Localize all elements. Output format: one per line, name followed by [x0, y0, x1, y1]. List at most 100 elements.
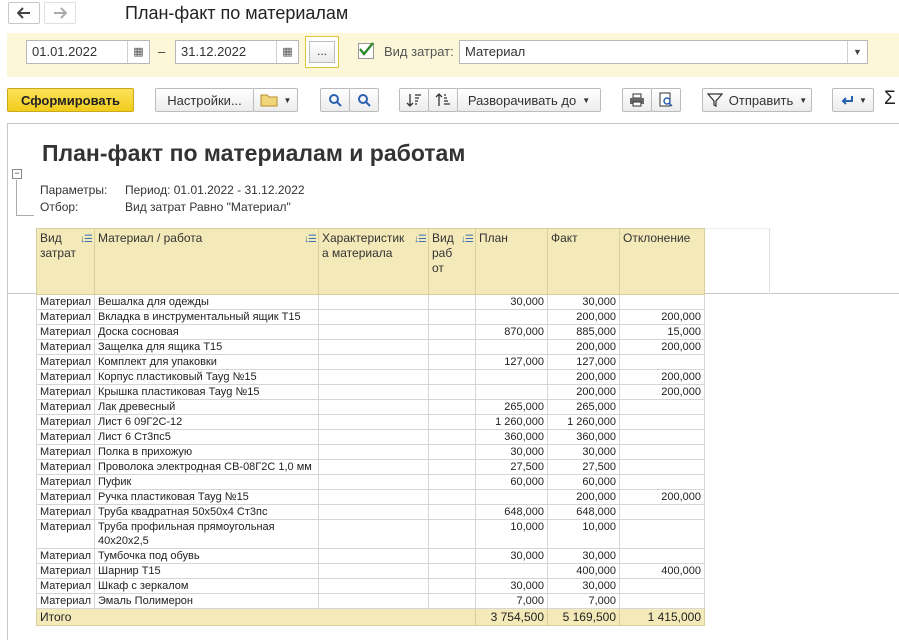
cell-fact[interactable]: 200,000 — [547, 309, 620, 325]
collapse-group-icon[interactable]: − — [12, 169, 22, 179]
cell-fact[interactable]: 30,000 — [547, 578, 620, 594]
cell-plan[interactable] — [475, 384, 548, 400]
table-row[interactable]: Материал Лист 6 Ст3пс5 360,000 360,000 — [36, 429, 705, 445]
cell-work-type[interactable] — [428, 369, 476, 385]
cell-characteristic[interactable] — [318, 294, 429, 310]
cell-material[interactable]: Лист 6 09Г2С-12 — [94, 414, 319, 430]
cell-plan[interactable] — [475, 339, 548, 355]
period-select-button[interactable]: ... — [305, 36, 339, 68]
cell-plan[interactable]: 60,000 — [475, 474, 548, 490]
cell-work-type[interactable] — [428, 429, 476, 445]
cell-characteristic[interactable] — [318, 399, 429, 415]
cell-plan[interactable]: 30,000 — [475, 444, 548, 460]
cell-material[interactable]: Крышка пластиковая Тауg №15 — [94, 384, 319, 400]
cell-characteristic[interactable] — [318, 504, 429, 520]
cell-fact[interactable]: 265,000 — [547, 399, 620, 415]
cell-deviation[interactable] — [619, 294, 705, 310]
cell-work-type[interactable] — [428, 474, 476, 490]
cell-material[interactable]: Пуфик — [94, 474, 319, 490]
cell-plan[interactable]: 1 260,000 — [475, 414, 548, 430]
cell-material[interactable]: Корпус пластиковый Тауg №15 — [94, 369, 319, 385]
cost-type-select[interactable]: Материал ▼ — [459, 40, 868, 64]
cell-work-type[interactable] — [428, 578, 476, 594]
cell-fact[interactable]: 10,000 — [547, 519, 620, 549]
cell-material[interactable]: Лист 6 Ст3пс5 — [94, 429, 319, 445]
cell-deviation[interactable]: 200,000 — [619, 489, 705, 505]
cell-material[interactable]: Ручка пластиковая Тауg №15 — [94, 489, 319, 505]
cell-material[interactable]: Шкаф с зеркалом — [94, 578, 319, 594]
cell-fact[interactable]: 30,000 — [547, 294, 620, 310]
cell-characteristic[interactable] — [318, 548, 429, 564]
cell-fact[interactable]: 27,500 — [547, 459, 620, 475]
table-row[interactable]: Материал Ручка пластиковая Тауg №15 200,00… — [36, 489, 705, 505]
table-row[interactable]: Материал Полка в прихожую 30,000 30,000 — [36, 444, 705, 460]
cell-deviation[interactable]: 200,000 — [619, 369, 705, 385]
cell-material[interactable]: Труба профильная прямоугольная 40х20х2,5 — [94, 519, 319, 549]
cell-work-type[interactable] — [428, 459, 476, 475]
cell-characteristic[interactable] — [318, 459, 429, 475]
cell-deviation[interactable] — [619, 474, 705, 490]
cell-fact[interactable]: 1 260,000 — [547, 414, 620, 430]
cell-work-type[interactable] — [428, 444, 476, 460]
table-row[interactable]: Материал Проволока электродная СВ-08Г2С 1… — [36, 459, 705, 475]
cell-characteristic[interactable] — [318, 384, 429, 400]
variants-button[interactable]: ▼ — [253, 88, 298, 112]
settings-button[interactable]: Настройки... — [155, 88, 254, 112]
cell-characteristic[interactable] — [318, 339, 429, 355]
cell-cost-type[interactable]: Материал — [36, 504, 95, 520]
cell-plan[interactable]: 265,000 — [475, 399, 548, 415]
print-button[interactable] — [622, 88, 652, 112]
cell-deviation[interactable] — [619, 548, 705, 564]
table-row[interactable]: Материал Доска сосновая 870,000 885,000 15,0… — [36, 324, 705, 340]
cell-material[interactable]: Комплект для упаковки — [94, 354, 319, 370]
cell-characteristic[interactable] — [318, 354, 429, 370]
cell-fact[interactable]: 30,000 — [547, 548, 620, 564]
cell-cost-type[interactable]: Материал — [36, 459, 95, 475]
cell-plan[interactable]: 7,000 — [475, 593, 548, 609]
cell-material[interactable]: Вешалка для одежды — [94, 294, 319, 310]
cell-deviation[interactable] — [619, 444, 705, 460]
cell-cost-type[interactable]: Материал — [36, 309, 95, 325]
cell-characteristic[interactable] — [318, 519, 429, 549]
table-row[interactable]: Материал Труба профильная прямоугольная 4… — [36, 519, 705, 549]
cell-deviation[interactable]: 200,000 — [619, 384, 705, 400]
sort-asc-button[interactable] — [399, 88, 429, 112]
table-row[interactable]: Материал Тумбочка под обувь 30,000 30,000 — [36, 548, 705, 564]
column-header-deviation[interactable]: Отклонение — [619, 228, 705, 295]
cell-characteristic[interactable] — [318, 578, 429, 594]
table-row[interactable]: Материал Эмаль Полимерон 7,000 7,000 — [36, 593, 705, 609]
dropdown-arrow-icon[interactable]: ▼ — [847, 41, 867, 63]
cell-material[interactable]: Проволока электродная СВ-08Г2С 1,0 мм — [94, 459, 319, 475]
cell-cost-type[interactable]: Материал — [36, 429, 95, 445]
cell-fact[interactable]: 60,000 — [547, 474, 620, 490]
cell-plan[interactable]: 27,500 — [475, 459, 548, 475]
table-row[interactable]: Материал Защелка для ящика Т15 200,000 200,… — [36, 339, 705, 355]
cell-deviation[interactable] — [619, 459, 705, 475]
table-row[interactable]: Материал Труба квадратная 50х50х4 Ст3пс 64… — [36, 504, 705, 520]
cell-deviation[interactable] — [619, 429, 705, 445]
cell-deviation[interactable]: 200,000 — [619, 339, 705, 355]
cell-material[interactable]: Труба квадратная 50х50х4 Ст3пс — [94, 504, 319, 520]
cell-work-type[interactable] — [428, 339, 476, 355]
cell-fact[interactable]: 7,000 — [547, 593, 620, 609]
date-to-field[interactable]: 31.12.2022 ▦ — [175, 40, 299, 64]
cell-material[interactable]: Лак древесный — [94, 399, 319, 415]
cell-deviation[interactable]: 200,000 — [619, 309, 705, 325]
cell-characteristic[interactable] — [318, 414, 429, 430]
cell-cost-type[interactable]: Материал — [36, 563, 95, 579]
table-row[interactable]: Материал Вкладка в инструментальный ящик … — [36, 309, 705, 325]
cell-plan[interactable]: 30,000 — [475, 578, 548, 594]
cell-characteristic[interactable] — [318, 324, 429, 340]
cell-work-type[interactable] — [428, 399, 476, 415]
cell-characteristic[interactable] — [318, 489, 429, 505]
cell-characteristic[interactable] — [318, 474, 429, 490]
cell-material[interactable]: Шарнир Т15 — [94, 563, 319, 579]
cell-deviation[interactable] — [619, 354, 705, 370]
cell-fact[interactable]: 30,000 — [547, 444, 620, 460]
table-row[interactable]: Материал Комплект для упаковки 127,000 127,… — [36, 354, 705, 370]
cell-deviation[interactable] — [619, 519, 705, 549]
cell-work-type[interactable] — [428, 593, 476, 609]
cell-characteristic[interactable] — [318, 309, 429, 325]
cell-material[interactable]: Эмаль Полимерон — [94, 593, 319, 609]
cell-plan[interactable] — [475, 309, 548, 325]
